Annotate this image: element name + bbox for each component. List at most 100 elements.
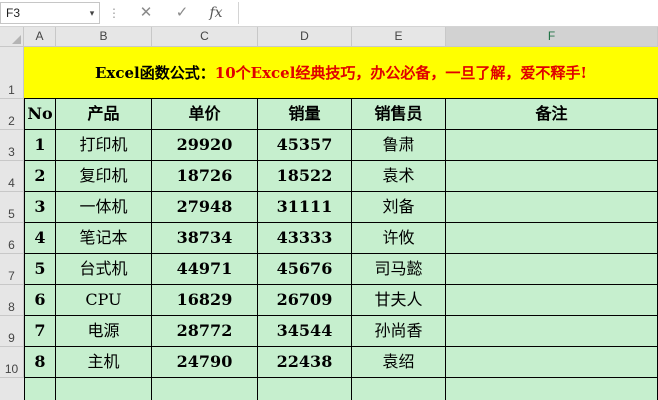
table-cell[interactable]: 甘夫人 [352,285,446,316]
formula-bar: F3 ▾ ⋮ ✕ ✓ fx [0,0,658,27]
table-cell[interactable]: 刘备 [352,192,446,223]
table-cell[interactable]: 1 [24,130,56,161]
row-number: 1 [8,83,15,97]
row-number: 5 [8,207,15,221]
title-text: 10个Excel经典技巧，办公必备，一旦了解，爱不释手! [214,64,587,82]
table-cell[interactable]: 8 [24,347,56,378]
table-cell[interactable]: 45676 [258,254,352,285]
table-cell[interactable] [446,316,658,347]
row-header-8[interactable]: 8 [0,285,24,316]
select-all-icon [12,35,21,44]
table-cell[interactable] [56,378,152,400]
row-number: 8 [8,300,15,314]
table-cell[interactable]: 司马懿 [352,254,446,285]
insert-function-icon[interactable]: fx [204,2,228,24]
row-header-10[interactable]: 10 [0,347,24,378]
row-header-3[interactable]: 3 [0,130,24,161]
header-cell[interactable]: 销售员 [352,99,446,130]
row-header-5[interactable]: 5 [0,192,24,223]
column-header-b[interactable]: B [56,27,152,47]
row-number: 10 [4,362,19,376]
table-cell[interactable]: 复印机 [56,161,152,192]
table-cell[interactable]: 5 [24,254,56,285]
cancel-icon[interactable]: ✕ [134,2,158,24]
column-header-d[interactable]: D [258,27,352,47]
row-number: 4 [8,176,15,190]
table-cell[interactable]: 22438 [258,347,352,378]
header-cell[interactable]: No [24,99,56,130]
table-cell[interactable]: 许攸 [352,223,446,254]
header-cell[interactable]: 产品 [56,99,152,130]
row-header-1[interactable]: 1 [0,47,24,99]
table-cell[interactable]: 袁绍 [352,347,446,378]
table-cell[interactable] [258,378,352,400]
table-cell[interactable]: 一体机 [56,192,152,223]
table-cell[interactable]: 38734 [152,223,258,254]
table-cell[interactable]: 电源 [56,316,152,347]
table-cell[interactable]: 31111 [258,192,352,223]
table-cell[interactable] [446,378,658,400]
table-cell[interactable]: 7 [24,316,56,347]
column-header-a[interactable]: A [24,27,56,47]
row-header-9[interactable]: 9 [0,316,24,347]
formula-input[interactable] [238,2,658,24]
table-cell[interactable]: CPU [56,285,152,316]
table-cell[interactable]: 18522 [258,161,352,192]
column-header-c[interactable]: C [152,27,258,47]
table-cell[interactable] [446,192,658,223]
table-cell[interactable]: 2 [24,161,56,192]
spreadsheet-grid: ABCDEF 1 2 3 4 5 6 7 8 9 10 Excel函数公式：10个Excel经典技… [0,27,658,400]
row-header-4[interactable]: 4 [0,161,24,192]
table-cell[interactable]: 29920 [152,130,258,161]
table-cell[interactable] [24,378,56,400]
table-cell[interactable]: 27948 [152,192,258,223]
formula-bar-grip-icon: ⋮ [108,6,120,20]
table-cell[interactable] [446,254,658,285]
select-all-button[interactable] [0,27,24,47]
table-cell[interactable]: 台式机 [56,254,152,285]
table-cell[interactable]: 袁术 [352,161,446,192]
table-cell[interactable]: 打印机 [56,130,152,161]
title-cell[interactable]: Excel函数公式：10个Excel经典技巧，办公必备，一旦了解，爱不释手! [24,47,658,99]
table-cell[interactable] [446,285,658,316]
table-cell[interactable]: 6 [24,285,56,316]
table-cell[interactable] [446,161,658,192]
row-number: 6 [8,238,15,252]
table-cell[interactable]: 24790 [152,347,258,378]
row-number: 3 [8,145,15,159]
table-cell[interactable]: 4 [24,223,56,254]
table-cell[interactable]: 43333 [258,223,352,254]
row-number: 7 [8,269,15,283]
table-cell[interactable]: 45357 [258,130,352,161]
table-cell[interactable]: 26709 [258,285,352,316]
table-cell[interactable]: 18726 [152,161,258,192]
table-cell[interactable] [446,347,658,378]
column-header-e[interactable]: E [352,27,446,47]
table-cell[interactable]: 44971 [152,254,258,285]
table-cell[interactable]: 3 [24,192,56,223]
header-cell[interactable]: 单价 [152,99,258,130]
row-header-6[interactable]: 6 [0,223,24,254]
table-cell[interactable]: 孙尚香 [352,316,446,347]
header-cell[interactable]: 备注 [446,99,658,130]
row-number: 9 [8,331,15,345]
name-box-dropdown-icon[interactable]: ▾ [85,2,99,24]
table-cell[interactable]: 笔记本 [56,223,152,254]
cell-area: Excel函数公式：10个Excel经典技巧，办公必备，一旦了解，爱不释手! N… [24,47,658,400]
table-cell[interactable]: 鲁肃 [352,130,446,161]
table-cell[interactable] [152,378,258,400]
table-cell[interactable] [446,223,658,254]
table-cell[interactable]: 28772 [152,316,258,347]
title-prefix: Excel函数公式： [95,64,215,82]
table-cell[interactable] [446,130,658,161]
confirm-icon[interactable]: ✓ [170,2,194,24]
table-cell[interactable]: 34544 [258,316,352,347]
table-cell[interactable]: 16829 [152,285,258,316]
row-header-2[interactable]: 2 [0,99,24,130]
table-cell[interactable]: 主机 [56,347,152,378]
row-header-7[interactable]: 7 [0,254,24,285]
column-header-f[interactable]: F [446,27,658,47]
header-cell[interactable]: 销量 [258,99,352,130]
table-cell[interactable] [352,378,446,400]
row-number: 2 [8,114,15,128]
